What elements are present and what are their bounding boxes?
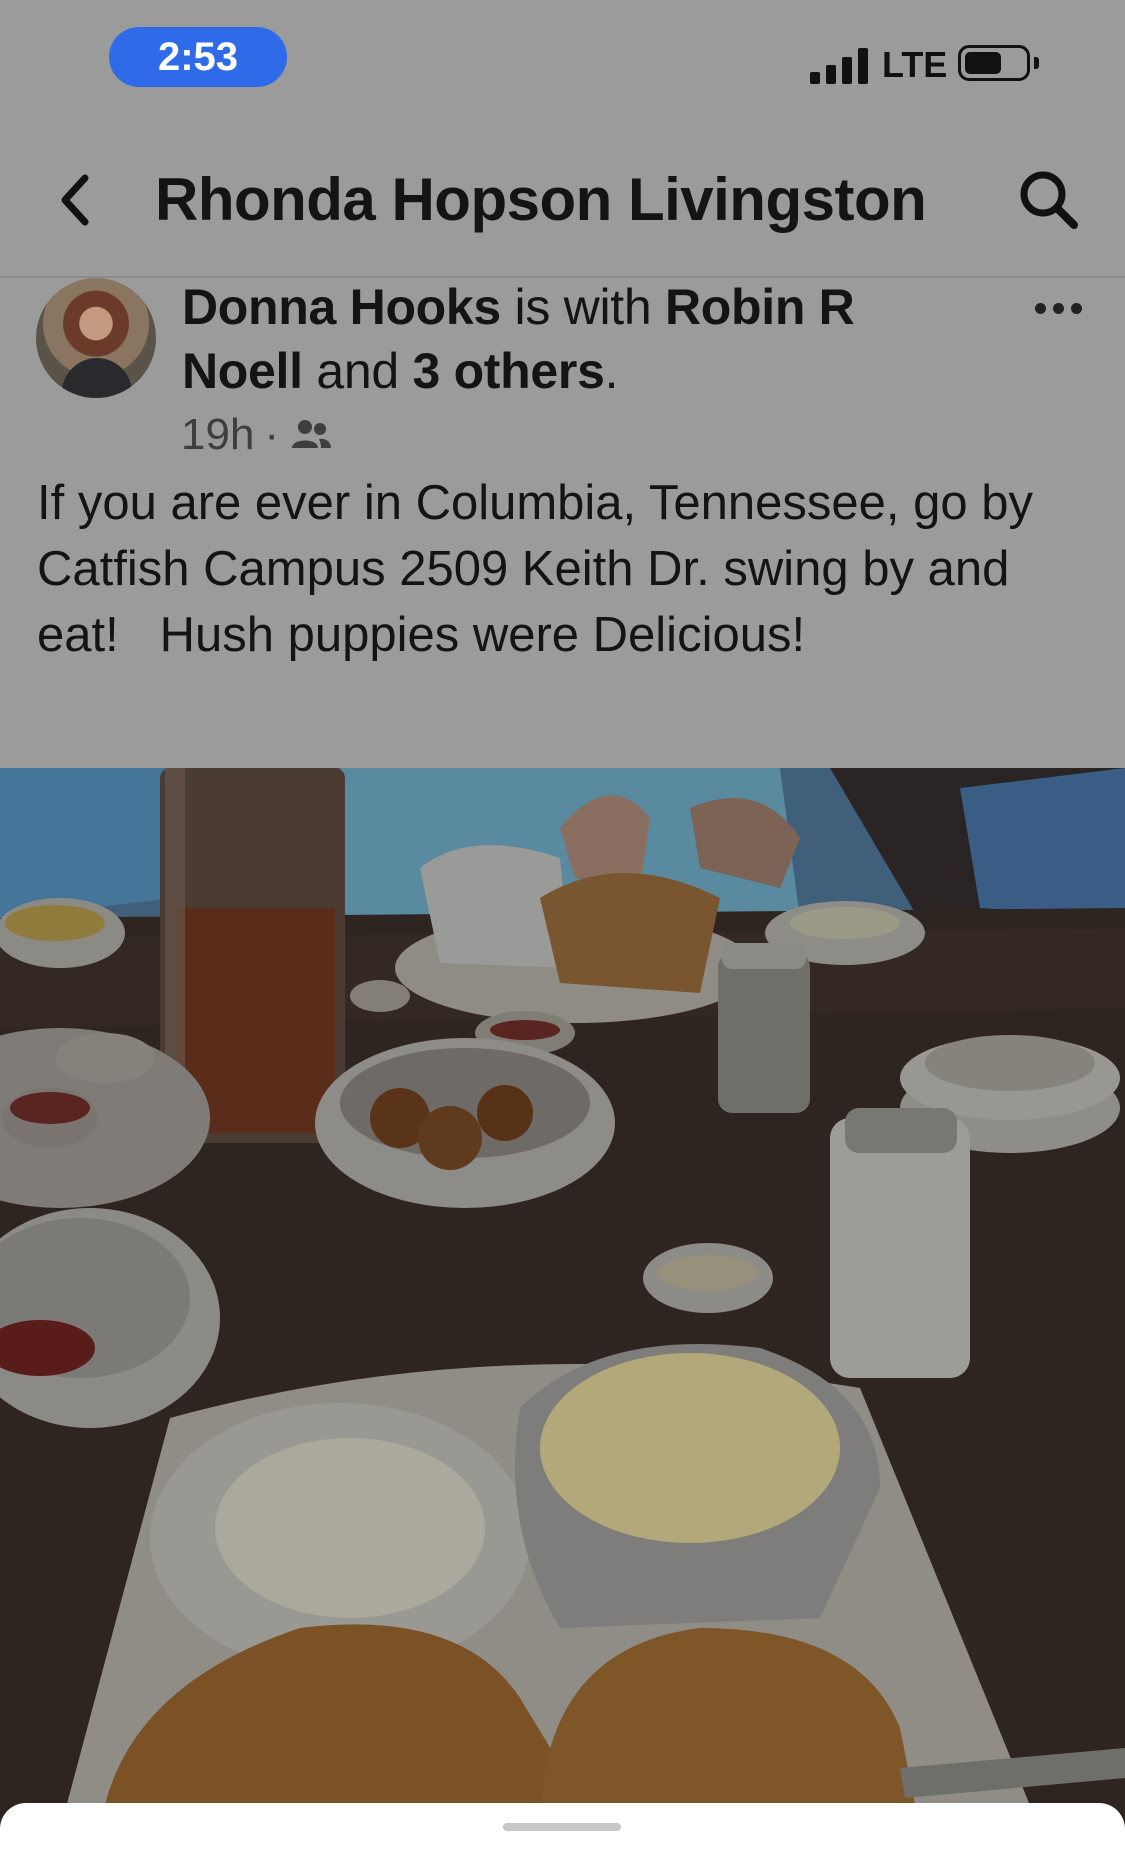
network-label: LTE — [882, 44, 948, 85]
with-text: is with — [500, 279, 665, 335]
others-link[interactable]: 3 others — [412, 343, 604, 399]
and-text: and — [302, 343, 413, 399]
battery-icon — [958, 45, 1030, 81]
photo-illustration — [0, 768, 1125, 1830]
bottom-sheet[interactable] — [0, 1803, 1125, 1863]
author-avatar[interactable] — [36, 278, 156, 398]
more-dot-icon — [1070, 302, 1082, 314]
post-time[interactable]: 19h — [181, 410, 254, 460]
author-name[interactable]: Donna Hooks — [182, 279, 501, 335]
post-text: If you are ever in Columbia, Tennessee, … — [37, 476, 1047, 662]
more-options-button[interactable] — [1030, 293, 1086, 323]
page-title: Rhonda Hopson Livingston — [155, 166, 927, 233]
friends-icon — [292, 420, 332, 448]
post-photo[interactable] — [0, 768, 1125, 1830]
more-dot-icon — [1052, 302, 1064, 314]
meta-separator: · — [264, 410, 280, 459]
profile-header: Rhonda Hopson Livingston — [0, 130, 1125, 278]
more-dot-icon — [1034, 302, 1046, 314]
status-bar: 2:53 LTE — [0, 0, 1125, 120]
status-time[interactable]: 2:53 — [109, 27, 287, 87]
post-author-line: Donna Hooks is with Robin R Noell and 3 … — [182, 275, 972, 403]
search-icon — [1020, 171, 1078, 229]
avatar-shirt — [62, 358, 132, 398]
back-chevron-icon — [61, 174, 89, 226]
period: . — [604, 343, 619, 399]
signal-icon — [810, 46, 868, 84]
post-meta: 19h · — [181, 410, 333, 460]
back-button[interactable] — [40, 160, 110, 240]
search-button[interactable] — [1012, 163, 1086, 237]
battery-tip — [1034, 57, 1039, 69]
